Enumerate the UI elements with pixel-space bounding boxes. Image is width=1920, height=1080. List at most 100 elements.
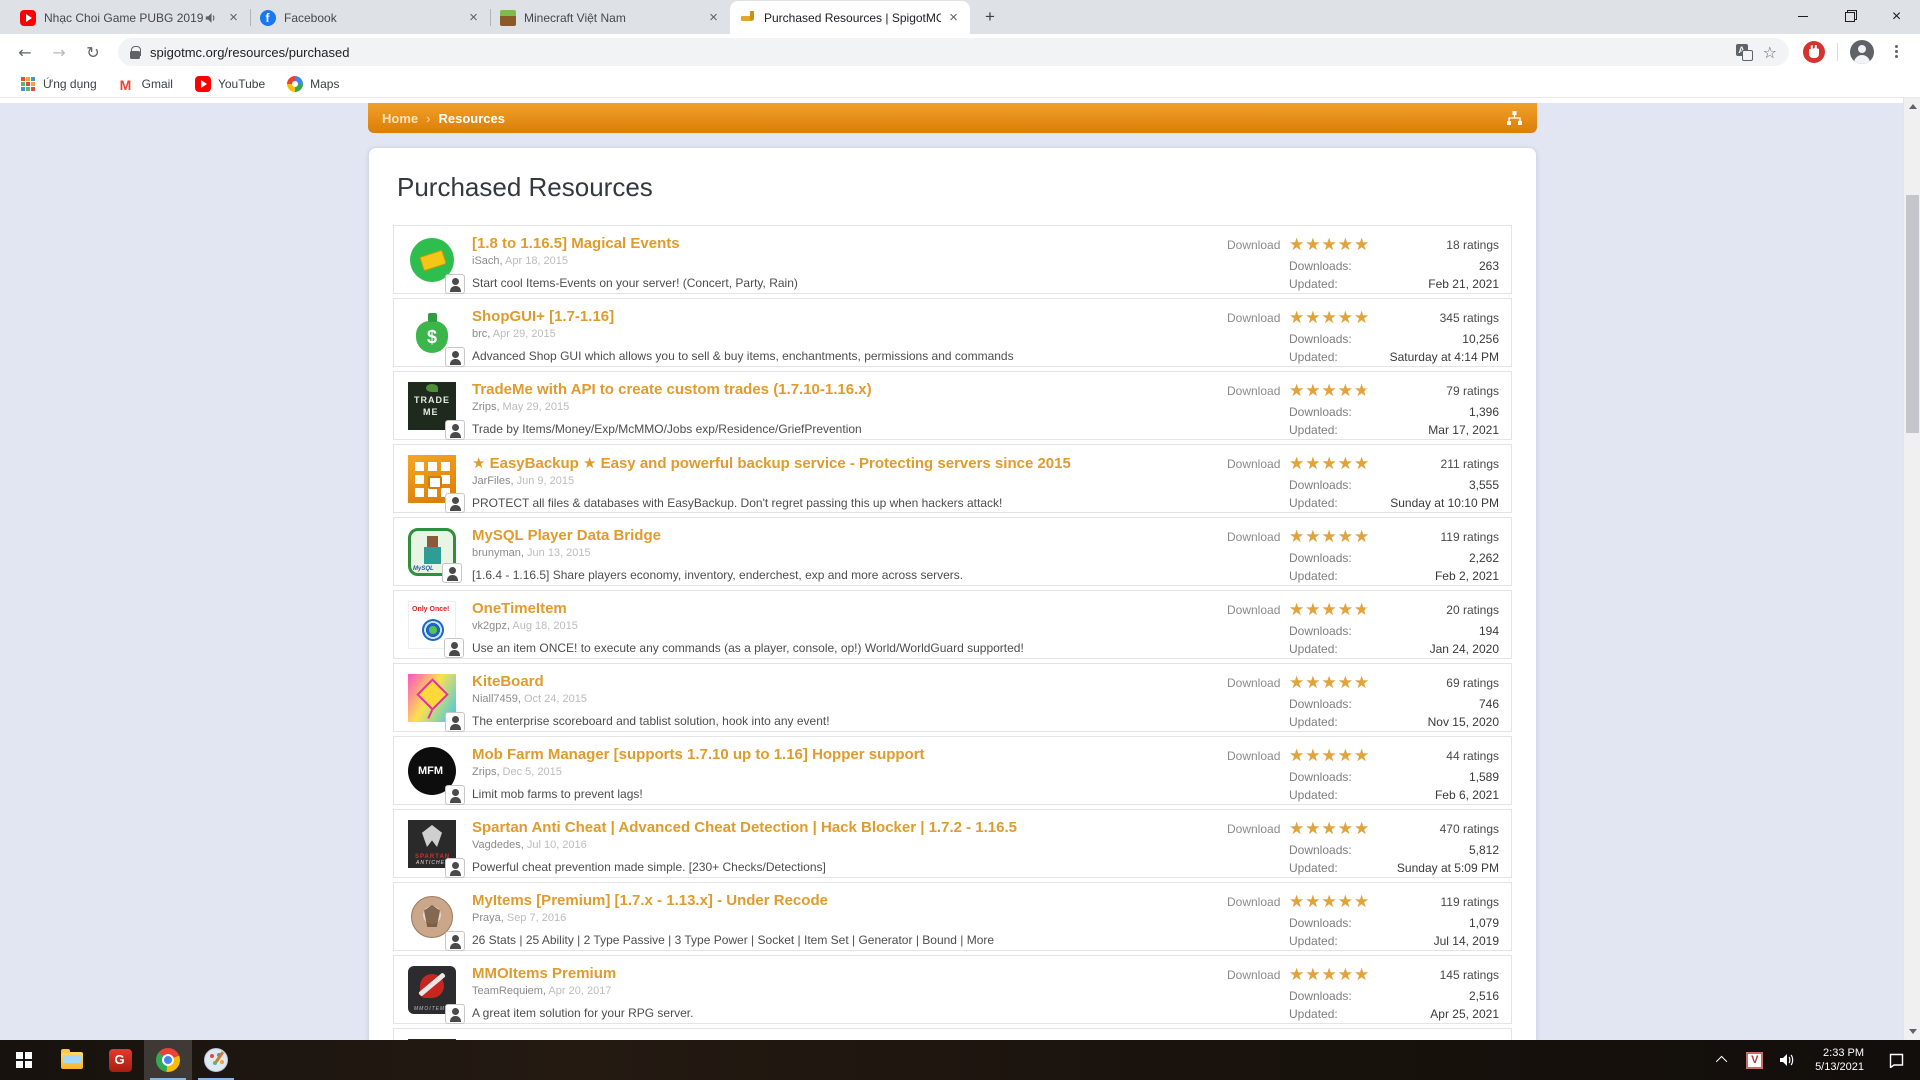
resource-title-link[interactable]: Spartan Anti Cheat | Advanced Cheat Dete… — [472, 819, 1227, 836]
tab-close-button[interactable] — [705, 9, 722, 26]
resource-title-link[interactable]: KiteBoard — [472, 673, 1227, 690]
scrollbar-thumb[interactable] — [1906, 195, 1919, 433]
volume-icon[interactable] — [1779, 1053, 1795, 1067]
download-link[interactable]: Download — [1227, 749, 1289, 763]
tray-clock[interactable]: 2:33 PM 5/13/2021 — [1815, 1046, 1864, 1074]
restore-button[interactable] — [1826, 0, 1873, 33]
new-tab-button[interactable] — [976, 3, 1004, 31]
kiteboard-resource-icon[interactable] — [408, 674, 456, 722]
resource-author[interactable]: iSach, — [472, 255, 503, 267]
resource-author[interactable]: brunyman, — [472, 547, 524, 559]
download-link[interactable]: Download — [1227, 895, 1289, 909]
browser-tab[interactable]: Facebook — [250, 1, 490, 34]
adblock-extension-icon[interactable] — [1803, 41, 1825, 63]
translate-icon[interactable] — [1736, 44, 1753, 61]
tab-close-button[interactable] — [225, 9, 242, 26]
tray-expand-icon[interactable] — [1708, 1056, 1738, 1064]
shopgui-resource-icon[interactable] — [408, 309, 456, 357]
profile-avatar[interactable] — [1850, 40, 1874, 64]
bookmark-item[interactable]: YouTube — [195, 76, 265, 92]
author-avatar-badge[interactable] — [445, 274, 465, 294]
reload-button[interactable]: ↻ — [79, 38, 107, 66]
spartan-resource-icon[interactable] — [408, 820, 456, 868]
file-explorer-button[interactable] — [48, 1040, 96, 1080]
magical-resource-icon[interactable] — [408, 236, 456, 284]
resource-title-link[interactable]: MyItems [Premium] [1.7.x - 1.13.x] - Und… — [472, 892, 1227, 909]
close-window-button[interactable] — [1873, 0, 1920, 33]
action-center-icon[interactable] — [1876, 1053, 1916, 1068]
sitemap-icon[interactable] — [1506, 111, 1523, 126]
scrollbar-down-arrow[interactable] — [1904, 1023, 1920, 1040]
tab-audio-icon[interactable] — [205, 12, 219, 24]
page-scrollbar[interactable] — [1903, 98, 1920, 1040]
author-avatar-badge[interactable] — [445, 1004, 465, 1024]
download-link[interactable]: Download — [1227, 968, 1289, 982]
resource-author[interactable]: Vagdedes, — [472, 839, 524, 851]
resource-title-link[interactable]: OneTimeItem — [472, 600, 1227, 617]
minimize-button[interactable] — [1779, 0, 1826, 33]
tab-close-button[interactable] — [465, 9, 482, 26]
resource-title-link[interactable]: MySQL Player Data Bridge — [472, 527, 1227, 544]
download-link[interactable]: Download — [1227, 676, 1289, 690]
download-link[interactable]: Download — [1227, 384, 1289, 398]
resource-title-link[interactable]: ★ EasyBackup ★ Easy and powerful backup … — [472, 454, 1227, 472]
resource-author[interactable]: Zrips, — [472, 766, 500, 778]
address-bar[interactable]: spigotmc.org/resources/purchased — [118, 38, 1789, 66]
mfm-resource-icon[interactable] — [408, 747, 456, 795]
bookmark-item[interactable]: Ứng dụng — [20, 76, 97, 92]
resource-title-link[interactable]: MMOItems Premium — [472, 965, 1227, 982]
paint-taskbar-button[interactable] — [192, 1040, 240, 1080]
resource-title-link[interactable]: ShopGUI+ [1.7-1.16] — [472, 308, 1227, 325]
author-avatar-badge[interactable] — [445, 858, 465, 878]
breadcrumb-home-link[interactable]: Home — [382, 111, 418, 126]
download-link[interactable]: Download — [1227, 238, 1289, 252]
resource-title-link[interactable]: TradeMe with API to create custom trades… — [472, 381, 1227, 398]
back-button[interactable]: ← — [11, 38, 39, 66]
ssl-lock-icon[interactable] — [130, 46, 140, 59]
forward-button[interactable]: → — [45, 38, 73, 66]
resource-title-link[interactable]: [1.8 to 1.16.5] Magical Events — [472, 235, 1227, 252]
bookmark-item[interactable]: Gmail — [119, 76, 173, 92]
resource-author[interactable]: JarFiles, — [472, 475, 514, 487]
author-avatar-badge[interactable] — [444, 638, 464, 658]
author-avatar-badge[interactable] — [445, 785, 465, 805]
red-g-app-button[interactable] — [96, 1040, 144, 1080]
download-link[interactable]: Download — [1227, 311, 1289, 325]
resource-author[interactable]: Zrips, — [472, 401, 500, 413]
download-link[interactable]: Download — [1227, 822, 1289, 836]
myitems-resource-icon[interactable] — [408, 893, 456, 941]
author-avatar-badge[interactable] — [445, 347, 465, 367]
download-link[interactable]: Download — [1227, 603, 1289, 617]
resource-author[interactable]: Praya, — [472, 912, 504, 924]
browser-tab[interactable]: Nhạc Choi Game PUBG 2019 — [10, 1, 250, 34]
chrome-taskbar-button[interactable] — [144, 1040, 192, 1080]
vietkey-tray-icon[interactable] — [1746, 1052, 1763, 1069]
onetime-resource-icon[interactable] — [408, 601, 456, 649]
download-link[interactable]: Download — [1227, 530, 1289, 544]
scrollbar-up-arrow[interactable] — [1904, 98, 1920, 115]
bookmark-item[interactable]: Maps — [287, 76, 339, 92]
start-button[interactable] — [0, 1040, 48, 1080]
tab-close-button[interactable] — [945, 9, 962, 26]
author-avatar-badge[interactable] — [445, 420, 465, 440]
author-avatar-badge[interactable] — [445, 712, 465, 732]
trademe-resource-icon[interactable] — [408, 382, 456, 430]
resource-author[interactable]: brc, — [472, 328, 490, 340]
resource-byline: brc, Apr 29, 2015 — [472, 328, 1227, 340]
browser-menu-icon[interactable] — [1884, 40, 1908, 64]
browser-tab[interactable]: Purchased Resources | SpigotMC — [730, 1, 970, 34]
author-avatar-badge[interactable] — [445, 493, 465, 513]
mysql-resource-icon[interactable] — [408, 528, 456, 576]
url-text[interactable]: spigotmc.org/resources/purchased — [150, 45, 1726, 60]
author-avatar-badge[interactable] — [442, 563, 462, 583]
mmoitems-resource-icon[interactable] — [408, 966, 456, 1014]
resource-author[interactable]: TeamRequiem, — [472, 985, 546, 997]
download-link[interactable]: Download — [1227, 457, 1289, 471]
author-avatar-badge[interactable] — [445, 931, 465, 951]
easybackup-resource-icon[interactable] — [408, 455, 456, 503]
resource-author[interactable]: vk2gpz, — [472, 620, 510, 632]
bookmark-star-icon[interactable] — [1763, 43, 1777, 62]
resource-author[interactable]: Niall7459, — [472, 693, 521, 705]
resource-title-link[interactable]: Mob Farm Manager [supports 1.7.10 up to … — [472, 746, 1227, 763]
browser-tab[interactable]: Minecraft Việt Nam — [490, 1, 730, 34]
